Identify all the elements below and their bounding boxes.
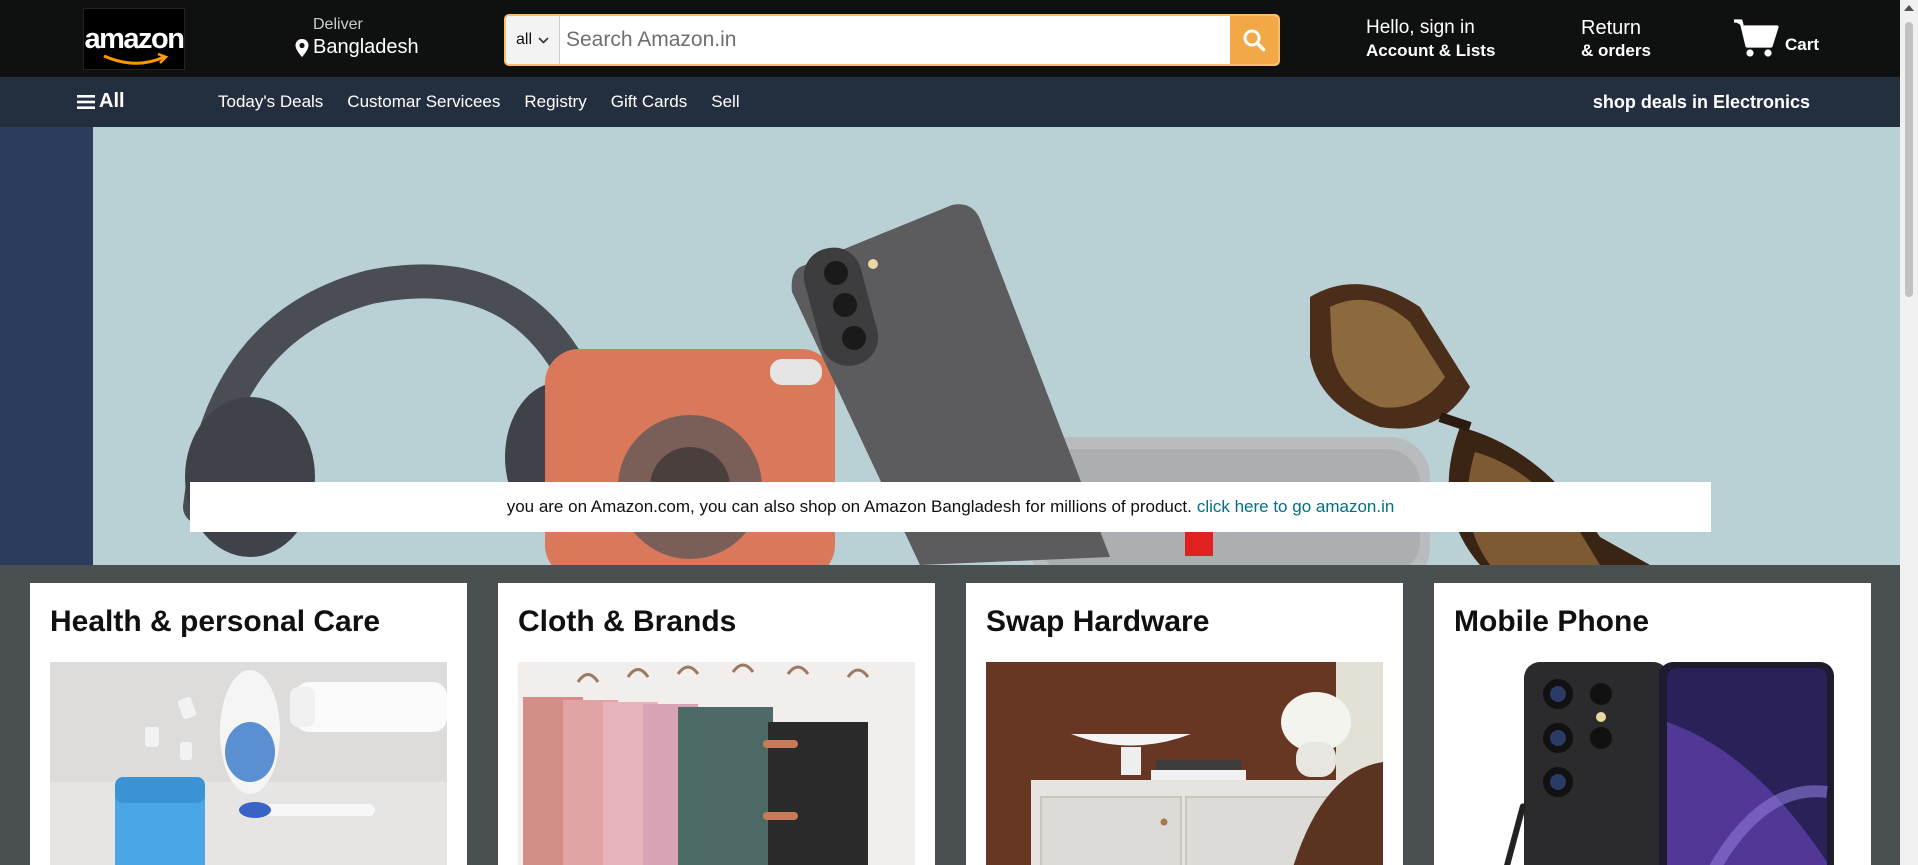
- card-title: Mobile Phone: [1454, 605, 1649, 638]
- search-input[interactable]: [560, 16, 1230, 64]
- top-navbar: amazon Deliver Bangladesh all Search Ama…: [0, 0, 1900, 77]
- mobile-phone-image: [1454, 662, 1851, 865]
- deliver-label: Deliver: [313, 16, 363, 33]
- card-title: Cloth & Brands: [518, 605, 737, 638]
- search-category-select[interactable]: all: [506, 16, 560, 64]
- page: amazon Deliver Bangladesh all Search Ama…: [0, 0, 1918, 865]
- health-care-image: [50, 662, 447, 865]
- search-button[interactable]: [1230, 16, 1278, 64]
- hamburger-menu-icon: [77, 94, 95, 109]
- deliver-location: Bangladesh: [294, 36, 419, 59]
- scrollbar-thumb[interactable]: [1905, 22, 1913, 297]
- category-card-health[interactable]: Health & personal Care: [30, 583, 467, 865]
- scroll-up-arrow-icon[interactable]: [1904, 5, 1914, 11]
- amazon-logo[interactable]: amazon: [83, 8, 185, 70]
- subnav-link-todays-deals[interactable]: Today's Deals: [218, 92, 323, 112]
- search-category-value: all: [515, 31, 532, 48]
- deliver-location-text: Bangladesh: [313, 36, 419, 58]
- chevron-down-icon: [538, 36, 549, 44]
- cart-label: Cart: [1785, 35, 1820, 54]
- shop-deals-electronics-link[interactable]: shop deals in Electronics: [1593, 92, 1810, 113]
- returns-orders[interactable]: Return & orders: [1581, 17, 1651, 61]
- sub-navbar: All Today's Deals Customar Servicees Reg…: [0, 77, 1900, 127]
- returns-label: Return: [1581, 17, 1642, 39]
- swap-hardware-image: [986, 662, 1383, 865]
- cloth-brands-image: [518, 662, 915, 865]
- search-icon: [1243, 29, 1266, 52]
- subnav-link-customer-service[interactable]: Customar Servicees: [347, 92, 500, 112]
- cart-icon: [1734, 19, 1779, 57]
- go-amazon-in-link[interactable]: click here to go amazon.in: [1197, 497, 1395, 517]
- subnav-link-sell[interactable]: Sell: [711, 92, 739, 112]
- category-card-mobile[interactable]: Mobile Phone: [1434, 583, 1871, 865]
- card-title: Swap Hardware: [986, 605, 1210, 638]
- location-pin-icon: [295, 38, 309, 57]
- hero-banner: you are on Amazon.com, you can also shop…: [0, 127, 1900, 565]
- hero-notice-text: you are on Amazon.com, you can also shop…: [506, 497, 1192, 516]
- search-bar: all: [504, 14, 1280, 66]
- category-card-hardware[interactable]: Swap Hardware: [966, 583, 1403, 865]
- all-menu-button[interactable]: All: [77, 90, 125, 113]
- hero-notice: you are on Amazon.com, you can also shop…: [190, 482, 1711, 532]
- card-title: Health & personal Care: [50, 605, 381, 638]
- subnav-link-gift-cards[interactable]: Gift Cards: [611, 92, 688, 112]
- cart-button[interactable]: Cart: [1733, 18, 1819, 58]
- category-card-cloth[interactable]: Cloth & Brands: [498, 583, 935, 865]
- subnav-link-registry[interactable]: Registry: [524, 92, 586, 112]
- account-lists-label: Account & Lists: [1366, 41, 1496, 60]
- account-lists[interactable]: Hello, sign in Account & Lists: [1366, 17, 1495, 61]
- vertical-scrollbar[interactable]: [1900, 0, 1918, 865]
- all-menu-label: All: [99, 90, 125, 112]
- orders-label: & orders: [1581, 41, 1651, 60]
- logo-smile-icon: [103, 53, 169, 65]
- logo-text: amazon: [84, 23, 185, 55]
- subnav-links: Today's Deals Customar Servicees Registr…: [218, 92, 740, 112]
- account-greeting: Hello, sign in: [1366, 17, 1475, 38]
